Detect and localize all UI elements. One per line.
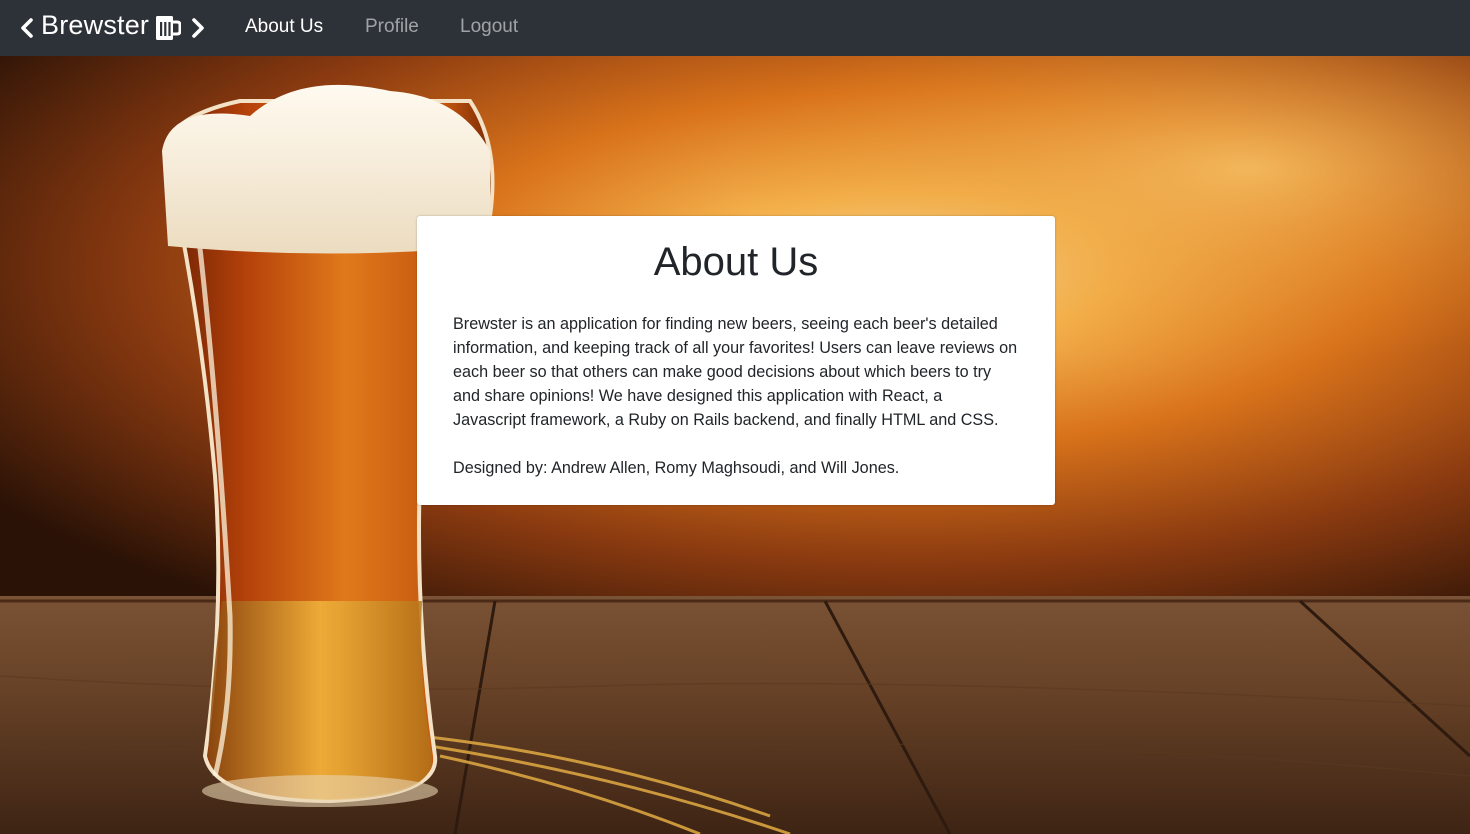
brand-link[interactable]: Brewster (18, 0, 207, 56)
nav-about-us[interactable]: About Us (245, 0, 323, 56)
brand-name: Brewster (41, 10, 150, 40)
nav-logout[interactable]: Logout (460, 0, 518, 56)
chevron-left-icon (21, 18, 33, 38)
about-title: About Us (653, 240, 819, 284)
about-card: About Us Brewster is an application for … (417, 216, 1055, 505)
nav-profile[interactable]: Profile (365, 0, 419, 56)
navbar: Brewster About Us Profile Logout (0, 0, 1470, 56)
about-description: Brewster is an application for finding n… (453, 315, 1018, 429)
chevron-right-icon (192, 18, 204, 38)
beer-mug-icon (156, 16, 182, 40)
about-credits: Designed by: Andrew Allen, Romy Maghsoud… (453, 459, 900, 477)
